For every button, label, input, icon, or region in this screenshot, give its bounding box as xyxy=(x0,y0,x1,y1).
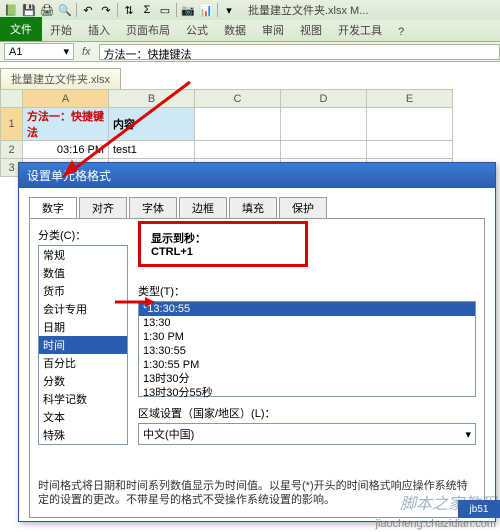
list-item[interactable]: 会计专用 xyxy=(39,300,127,318)
list-item[interactable]: 13时30分 xyxy=(139,372,475,386)
list-item[interactable]: 日期 xyxy=(39,318,127,336)
undo-icon[interactable]: ↶ xyxy=(81,3,95,17)
tab-formula[interactable]: 公式 xyxy=(178,19,216,41)
print-icon[interactable]: 🖨 xyxy=(40,3,54,17)
list-item[interactable]: 科学记数 xyxy=(39,390,127,408)
dialog-tab-align[interactable]: 对齐 xyxy=(79,197,127,219)
ribbon-tabs: 文件 开始 插入 页面布局 公式 数据 审阅 视图 开发工具 ? xyxy=(0,20,500,42)
list-item[interactable]: 特殊 xyxy=(39,426,127,444)
chart-icon[interactable]: 📊 xyxy=(199,3,213,17)
dialog-panel: 分类(C)： 常规 数值 货币 会计专用 日期 时间 百分比 分数 科学记数 文… xyxy=(29,218,485,518)
list-item-selected[interactable]: 时间 xyxy=(39,336,127,354)
app-icon: 📗 xyxy=(4,3,18,17)
cell[interactable] xyxy=(367,108,453,141)
footer-url: jiaocheng.chazidian.com xyxy=(376,518,496,530)
tab-layout[interactable]: 页面布局 xyxy=(118,19,178,41)
cell-b2[interactable]: test1 xyxy=(109,141,195,159)
list-item[interactable]: 分数 xyxy=(39,372,127,390)
sort-icon[interactable]: ⇅ xyxy=(122,3,136,17)
category-label: 分类(C)： xyxy=(38,227,128,243)
list-item[interactable]: 数值 xyxy=(39,264,127,282)
dialog-tab-font[interactable]: 字体 xyxy=(129,197,177,219)
quick-access-toolbar: 📗 💾 🖨 🔍 ↶ ↷ ⇅ Σ ▭ 📷 📊 ▾ 批量建立文件夹.xlsx M..… xyxy=(0,0,500,20)
chevron-down-icon[interactable]: ▾ xyxy=(63,45,69,58)
cell[interactable] xyxy=(367,141,453,159)
separator xyxy=(176,3,177,17)
fx-label[interactable]: fx xyxy=(82,46,91,58)
annotation-callout: 显示到秒： CTRL+1 xyxy=(138,221,308,267)
list-item[interactable]: 13时30分55秒 xyxy=(139,386,475,400)
save-icon[interactable]: 💾 xyxy=(22,3,36,17)
tab-file[interactable]: 文件 xyxy=(0,17,42,41)
locale-label: 区域设置（国家/地区）(L)： xyxy=(138,405,476,421)
cell-a2[interactable]: 03:16 PM xyxy=(23,141,109,159)
workbook-tab-bar: 批量建立文件夹.xlsx xyxy=(0,68,500,89)
dialog-tab-number[interactable]: 数字 xyxy=(29,197,77,219)
col-header-e[interactable]: E xyxy=(367,90,453,108)
type-list[interactable]: *13:30:55 13:30 1:30 PM 13:30:55 1:30:55… xyxy=(138,301,476,397)
formula-bar[interactable]: 方法一：快捷键法 xyxy=(99,44,500,60)
separator xyxy=(117,3,118,17)
locale-dropdown[interactable]: 中文(中国) ▾ xyxy=(138,423,476,445)
row-header-1[interactable]: 1 xyxy=(1,108,23,141)
preview-icon[interactable]: 🔍 xyxy=(58,3,72,17)
cell[interactable] xyxy=(281,108,367,141)
merge-icon[interactable]: ▭ xyxy=(158,3,172,17)
col-header-d[interactable]: D xyxy=(281,90,367,108)
tab-dev[interactable]: 开发工具 xyxy=(330,19,390,41)
tab-data[interactable]: 数据 xyxy=(216,19,254,41)
list-item[interactable]: 常规 xyxy=(39,246,127,264)
list-item-selected[interactable]: *13:30:55 xyxy=(139,302,475,316)
callout-line1: 显示到秒： xyxy=(151,230,295,246)
window-title: 批量建立文件夹.xlsx M... xyxy=(248,2,368,18)
list-item[interactable]: 自定义 xyxy=(39,444,127,445)
cell[interactable] xyxy=(195,141,281,159)
dropdown-icon[interactable]: ▾ xyxy=(222,3,236,17)
cell-a1[interactable]: 方法一：快捷键法 xyxy=(23,108,109,141)
tab-help[interactable]: ? xyxy=(390,23,412,41)
name-box[interactable]: A1 ▾ xyxy=(4,43,74,60)
tab-home[interactable]: 开始 xyxy=(42,19,80,41)
redo-icon[interactable]: ↷ xyxy=(99,3,113,17)
list-item[interactable]: 货币 xyxy=(39,282,127,300)
list-item[interactable]: 文本 xyxy=(39,408,127,426)
cell[interactable] xyxy=(195,108,281,141)
dialog-tab-protect[interactable]: 保护 xyxy=(279,197,327,219)
dialog-tabs: 数字 对齐 字体 边框 填充 保护 xyxy=(29,196,485,218)
col-header-a[interactable]: A xyxy=(23,90,109,108)
name-box-value: A1 xyxy=(9,46,22,58)
format-cells-dialog: 设置单元格格式 数字 对齐 字体 边框 填充 保护 分类(C)： 常规 数值 货… xyxy=(18,162,496,522)
row-header-2[interactable]: 2 xyxy=(1,141,23,159)
zoom-icon[interactable]: 📷 xyxy=(181,3,195,17)
list-item[interactable]: 百分比 xyxy=(39,354,127,372)
separator xyxy=(217,3,218,17)
list-item[interactable]: 13:30 xyxy=(139,316,475,330)
workbook-tab[interactable]: 批量建立文件夹.xlsx xyxy=(0,68,121,89)
select-all-corner[interactable] xyxy=(1,90,23,108)
type-label: 类型(T)： xyxy=(138,283,476,299)
separator xyxy=(76,3,77,17)
list-item[interactable]: 13:30:55 xyxy=(139,344,475,358)
col-header-c[interactable]: C xyxy=(195,90,281,108)
tab-view[interactable]: 视图 xyxy=(292,19,330,41)
dialog-tab-border[interactable]: 边框 xyxy=(179,197,227,219)
list-item[interactable]: 1:30 PM xyxy=(139,330,475,344)
cell-b1[interactable]: 内容 xyxy=(109,108,195,141)
footer-badge: jb51 xyxy=(458,500,500,518)
locale-value: 中文(中国) xyxy=(143,426,194,442)
dialog-tab-fill[interactable]: 填充 xyxy=(229,197,277,219)
list-item[interactable]: 1:30:55 PM xyxy=(139,358,475,372)
tab-insert[interactable]: 插入 xyxy=(80,19,118,41)
callout-line2: CTRL+1 xyxy=(151,246,295,258)
dialog-title: 设置单元格格式 xyxy=(19,163,495,188)
sum-icon[interactable]: Σ xyxy=(140,3,154,17)
cell[interactable] xyxy=(281,141,367,159)
category-list[interactable]: 常规 数值 货币 会计专用 日期 时间 百分比 分数 科学记数 文本 特殊 自定… xyxy=(38,245,128,445)
chevron-down-icon: ▾ xyxy=(465,428,471,441)
formula-bar-row: A1 ▾ fx 方法一：快捷键法 xyxy=(0,42,500,62)
tab-review[interactable]: 审阅 xyxy=(254,19,292,41)
col-header-b[interactable]: B xyxy=(109,90,195,108)
